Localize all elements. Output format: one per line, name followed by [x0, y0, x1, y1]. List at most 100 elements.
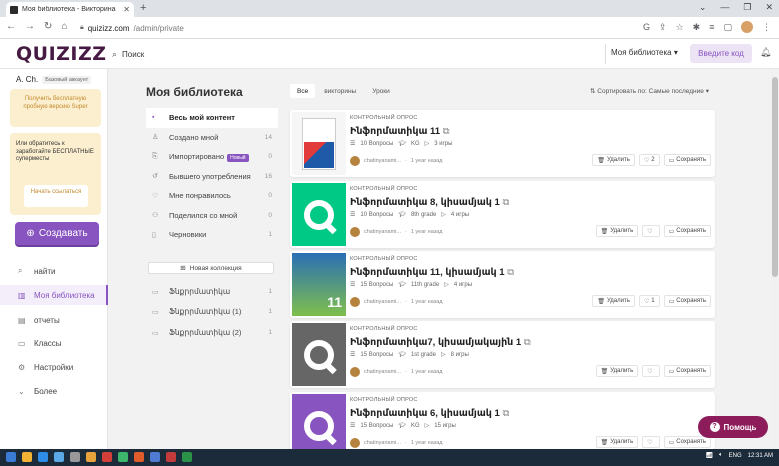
clock[interactable]: 12:31 AM: [748, 453, 773, 459]
library-nav-created[interactable]: ♙ Создано мной 14: [146, 128, 278, 148]
sort-dropdown[interactable]: ⇅ Сортировать по: Самые последние ▾: [590, 87, 709, 95]
store-icon[interactable]: [70, 452, 80, 462]
library-nav-liked[interactable]: ♡ Мне понравилось 0: [146, 186, 278, 206]
sidebar-item-library[interactable]: ▥ Моя библиотека: [0, 285, 108, 305]
reload-icon[interactable]: ↻: [44, 21, 52, 32]
profile-avatar[interactable]: [741, 21, 753, 33]
collection-item[interactable]: ▭ Ֆնքրրմատիկա 1: [146, 282, 278, 301]
card-title[interactable]: Ինֆորմատիկա 6, կիսամյակ 1 ⧉: [350, 408, 509, 419]
start-referring-button[interactable]: Начать ссылаться: [24, 185, 88, 207]
close-tab-icon[interactable]: ✕: [123, 5, 130, 14]
like-button[interactable]: ♡: [642, 436, 660, 448]
search-input[interactable]: ⌕ Поиск: [112, 44, 600, 64]
card-title[interactable]: Ինֆորմատիկա 8, կիսամյակ 1 ⧉: [350, 197, 509, 208]
maximize-icon[interactable]: ❐: [743, 2, 751, 13]
quiz-card[interactable]: КОНТРОЛЬНЫЙ ОПРОС Ինֆորմատիկա7, կիսամյակա…: [290, 321, 715, 388]
new-collection-button[interactable]: ⊞ Новая коллекция: [148, 262, 274, 274]
forward-icon[interactable]: →: [25, 21, 35, 32]
delete-button[interactable]: 🗑︎ Удалить: [592, 295, 635, 307]
filter-lessons[interactable]: Уроки: [365, 84, 397, 98]
save-button[interactable]: ▭ Сохранять: [663, 295, 711, 307]
library-nav-drafts[interactable]: ▯ Черновики 1: [146, 225, 278, 245]
collection-item[interactable]: ▭ Ֆնքրրմատիկա (2) 1: [146, 323, 278, 342]
explorer-icon[interactable]: [86, 452, 96, 462]
chevron-down-icon[interactable]: ⌄: [699, 2, 707, 13]
enter-code-button[interactable]: Введите код: [690, 44, 752, 63]
start-icon[interactable]: [6, 452, 16, 462]
share-icon[interactable]: ⇪: [659, 22, 667, 33]
quiz-card[interactable]: КОНТРОЛЬНЫЙ ОПРОС Ինֆորմատիկա 11 ⧉ ☰ 10 Воп…: [290, 110, 715, 177]
card-title[interactable]: Ինֆորմատիկա 11 ⧉: [350, 126, 450, 137]
card-title[interactable]: Ինֆորմատիկա7, կիսամյակային 1 ⧉: [350, 337, 531, 348]
new-tab-button[interactable]: +: [140, 2, 146, 14]
language-indicator[interactable]: ENG: [729, 453, 742, 459]
reading-list-icon[interactable]: ≡: [709, 22, 714, 32]
edge-icon[interactable]: [38, 452, 48, 462]
delete-button[interactable]: 🗑︎ Удалить: [595, 436, 639, 448]
app-icon[interactable]: [134, 452, 144, 462]
like-button[interactable]: ♡: [642, 365, 660, 377]
filter-quizzes[interactable]: викторины: [317, 84, 363, 98]
filter-all[interactable]: Все: [290, 84, 316, 98]
google-icon[interactable]: G: [643, 22, 650, 32]
close-window-icon[interactable]: ✕: [765, 2, 773, 13]
user-info[interactable]: A. Ch. Базовый аккаунт: [16, 75, 92, 84]
star-icon[interactable]: ☆: [676, 22, 684, 33]
search-taskbar-icon[interactable]: [22, 452, 32, 462]
excel-icon[interactable]: [182, 452, 192, 462]
sidepanel-icon[interactable]: ▢: [723, 22, 732, 33]
network-icon[interactable]: 📶︎: [705, 452, 713, 459]
library-selector[interactable]: Моя библиотека ▾: [611, 48, 678, 57]
scrollbar-thumb[interactable]: [772, 77, 778, 277]
app-icon[interactable]: [102, 452, 112, 462]
browser-tab[interactable]: Моя библиотека - Викторина ✕: [6, 2, 134, 17]
quiz-card[interactable]: КОНТРОЛЬНЫЙ ОПРОС Ինֆորմատիկա 6, կիսամյակ…: [290, 392, 715, 449]
extensions-icon[interactable]: ✱: [693, 22, 701, 33]
save-button[interactable]: ▭ Сохранять: [663, 154, 711, 166]
sidebar-item-find[interactable]: ⌕ найти: [0, 261, 108, 281]
collection-item[interactable]: ▭ Ֆնքրրմատիկա (1) 1: [146, 302, 278, 321]
help-button[interactable]: ? Помощь: [698, 416, 768, 438]
mail-icon[interactable]: [54, 452, 64, 462]
quizizz-logo[interactable]: QUIZIZZ: [16, 43, 107, 65]
sidebar-item-more[interactable]: ⌄ Более: [0, 381, 108, 401]
quiz-card[interactable]: 11 КОНТРОЛЬНЫЙ ОПРОС Ինֆորմատիկա 11, կիսամ…: [290, 251, 715, 318]
super-trial-promo[interactable]: Получить бесплатную пробную версию Super: [10, 89, 101, 127]
sidebar-item-settings[interactable]: ⚙ Настройки: [0, 357, 108, 377]
page-scrollbar[interactable]: [771, 69, 779, 449]
chrome-icon[interactable]: [118, 452, 128, 462]
copy-icon[interactable]: ⧉: [502, 197, 509, 208]
back-icon[interactable]: ←: [6, 21, 16, 32]
powerpoint-icon[interactable]: [166, 452, 176, 462]
copy-icon[interactable]: ⧉: [507, 267, 514, 278]
copy-icon[interactable]: ⧉: [502, 408, 509, 419]
delete-button[interactable]: 🗑︎ Удалить: [592, 154, 635, 166]
save-button[interactable]: ▭ Сохранять: [663, 436, 711, 448]
library-nav-previously-used[interactable]: ↺ Бывшего употребления 16: [146, 167, 278, 187]
copy-icon[interactable]: ⧉: [524, 337, 531, 348]
like-button[interactable]: ♡: [642, 225, 660, 237]
sidebar-item-classes[interactable]: ▭ Классы: [0, 333, 108, 353]
sidebar-item-reports[interactable]: ▤ отчеты: [0, 310, 108, 330]
menu-icon[interactable]: ⋮: [762, 22, 771, 33]
library-nav-imported[interactable]: ⎘ Импортировано Новый 0: [146, 147, 278, 167]
card-title[interactable]: Ինֆորմատիկա 11, կիսամյակ 1 ⧉: [350, 267, 514, 278]
delete-button[interactable]: 🗑︎ Удалить: [595, 225, 639, 237]
minimize-icon[interactable]: —: [720, 2, 729, 13]
url-field[interactable]: 🔒︎ quizizz.com/admin/private: [80, 21, 610, 35]
like-button[interactable]: ♡ 2: [638, 154, 660, 166]
home-icon[interactable]: ⌂: [61, 21, 67, 32]
word-icon[interactable]: [150, 452, 160, 462]
like-button[interactable]: ♡ 1: [638, 295, 660, 307]
library-nav-shared[interactable]: ⚇ Поделился со мной 0: [146, 206, 278, 226]
volume-icon[interactable]: 🔈︎: [719, 452, 723, 459]
play-icon: ▷: [424, 423, 430, 429]
bell-icon[interactable]: 🔔︎: [760, 47, 771, 58]
delete-button[interactable]: 🗑︎ Удалить: [595, 365, 639, 377]
save-button[interactable]: ▭ Сохранять: [663, 225, 711, 237]
save-button[interactable]: ▭ Сохранять: [663, 365, 711, 377]
quiz-card[interactable]: КОНТРОЛЬНЫЙ ОПРОС Ինֆորմատիկա 8, կիսամյակ…: [290, 181, 715, 248]
create-button[interactable]: ⊕ Создавать: [15, 222, 99, 245]
library-nav-all-content[interactable]: ▪ Весь мой контент: [146, 108, 278, 128]
copy-icon[interactable]: ⧉: [443, 126, 450, 137]
